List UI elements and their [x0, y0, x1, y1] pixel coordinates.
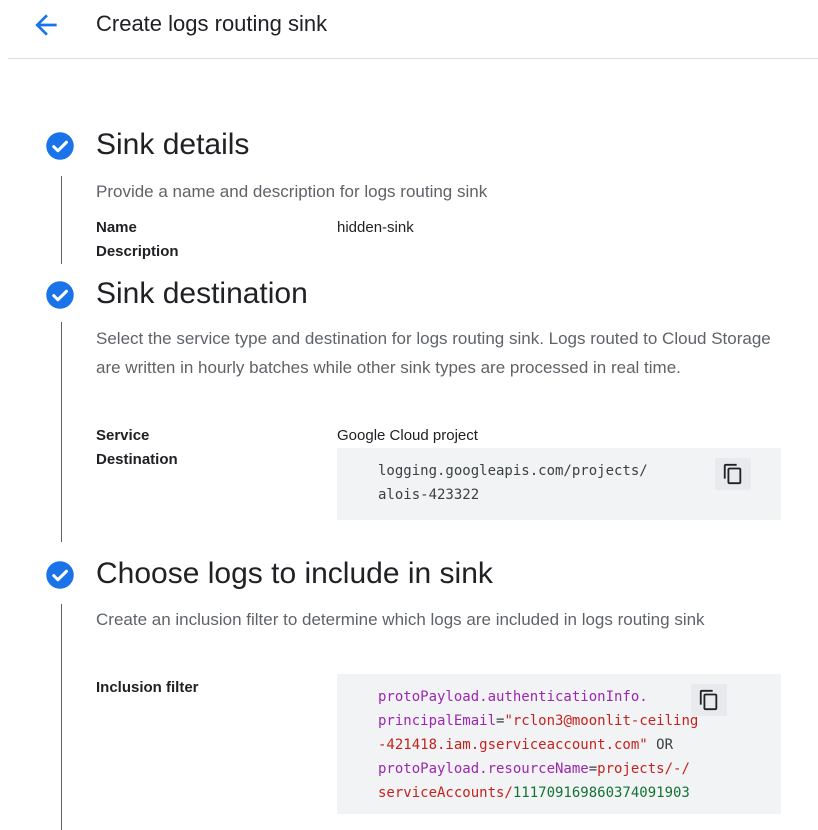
section-description: Provide a name and description for logs … — [96, 182, 488, 201]
code-line: logging.googleapis.com/projects/ — [378, 463, 648, 479]
code-token: serviceAccounts/ — [378, 785, 513, 801]
code-token: principalEmail — [378, 713, 497, 729]
field-value-service: Google Cloud project — [337, 427, 478, 444]
copy-inclusion-filter-button[interactable] — [691, 684, 727, 716]
page-header: Create logs routing sink — [0, 0, 818, 58]
code-token: 111709169860374091903 — [512, 785, 690, 801]
code-token: "rclon3@moonlit-ceiling — [504, 713, 699, 729]
field-label-destination: Destination — [96, 451, 178, 468]
code-token: protoPayload.resourceName — [378, 761, 589, 777]
copy-icon — [699, 689, 718, 711]
back-button[interactable] — [30, 9, 62, 41]
code-token: OR — [647, 737, 674, 753]
field-label-service: Service — [96, 427, 150, 444]
field-label-inclusion-filter: Inclusion filter — [96, 679, 199, 696]
page-title: Create logs routing sink — [96, 11, 328, 36]
field-value-name: hidden-sink — [337, 219, 414, 236]
section-description: Select the service type and destination … — [96, 329, 771, 377]
check-circle-icon — [46, 132, 74, 160]
section-title-choose-logs: Choose logs to include in sink — [96, 557, 493, 590]
stepper-line — [61, 604, 62, 830]
stepper-line — [61, 322, 62, 542]
arrow-back-icon — [35, 14, 57, 36]
check-circle-icon — [46, 561, 74, 589]
code-token: = — [588, 761, 598, 777]
code-token: projects/-/ — [597, 761, 690, 777]
code-token: protoPayload.authenticationInfo. — [378, 689, 648, 705]
inclusion-filter-code-block: protoPayload.authenticationInfo. princip… — [337, 674, 781, 814]
section-title-sink-destination: Sink destination — [96, 277, 308, 310]
check-circle-icon — [46, 281, 74, 309]
field-label-name: Name — [96, 219, 137, 236]
copy-icon — [723, 463, 742, 485]
section-title-sink-details: Sink details — [96, 128, 250, 161]
code-line: alois-423322 — [378, 487, 480, 503]
field-label-description: Description — [96, 243, 179, 260]
copy-destination-button[interactable] — [715, 458, 751, 490]
stepper-line — [61, 176, 62, 264]
header-divider — [8, 58, 818, 59]
destination-code-block: logging.googleapis.com/projects/ alois-4… — [337, 448, 781, 520]
code-token: -421418.iam.gserviceaccount.com" — [378, 737, 648, 753]
section-description: Create an inclusion filter to determine … — [96, 610, 705, 629]
